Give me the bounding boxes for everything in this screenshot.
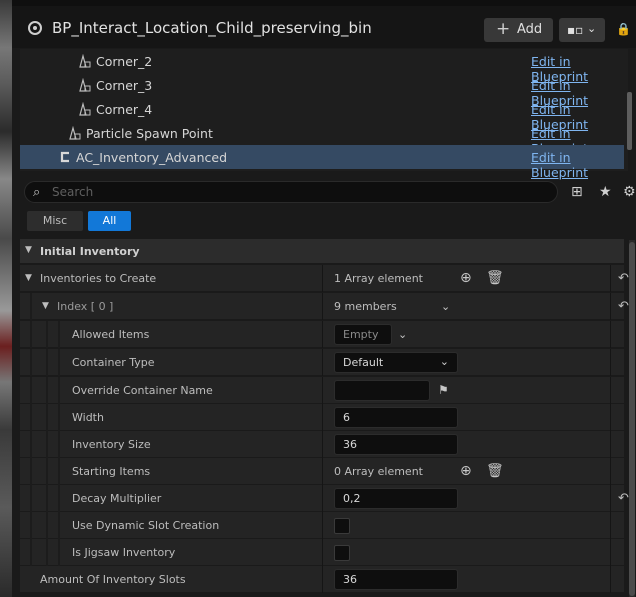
is-jigsaw-inventory-checkbox[interactable] <box>334 545 350 561</box>
add-button-label: Add <box>517 22 543 37</box>
tree-item-corner-2[interactable]: Corner_2 Edit in Blueprint <box>20 49 624 84</box>
tree-item-label: Particle Spawn Point <box>86 126 213 141</box>
property-row-inventories-to-create: ▼ Inventories to Create 1 Array element … <box>20 265 629 292</box>
scene-component-icon <box>79 102 91 116</box>
scrollbar-thumb[interactable] <box>629 242 635 596</box>
property-name: Starting Items <box>72 465 151 478</box>
width-input[interactable]: 6 <box>334 407 458 428</box>
property-name: Index [ 0 ] <box>57 300 114 313</box>
search-placeholder: Search <box>52 185 94 199</box>
chevron-down-icon[interactable]: ⌄ <box>398 328 407 341</box>
use-dynamic-slot-creation-checkbox[interactable] <box>334 518 350 534</box>
favorites-star-icon[interactable]: ★ <box>599 184 612 200</box>
blueprint-options-button[interactable]: ▪▫ ⌄ <box>559 18 605 42</box>
array-count: 1 Array element <box>334 272 423 285</box>
property-name: Decay Multiplier <box>72 492 162 505</box>
reset-to-default-icon[interactable]: ↶ <box>618 491 629 506</box>
tree-item-label: Corner_4 <box>96 102 153 117</box>
property-row-amount-of-inventory-slots: Amount Of Inventory Slots 36 <box>20 566 624 593</box>
tree-scrollbar[interactable] <box>627 92 632 150</box>
property-row-allowed-items: Allowed Items Empty ⌄ <box>20 321 624 348</box>
property-row-decay-multiplier: Decay Multiplier 0,2 ↶ <box>20 485 629 512</box>
edit-in-blueprint-link[interactable]: Edit in Blueprint <box>531 150 624 180</box>
tree-item-particle-spawn-point[interactable]: Particle Spawn Point Edit in Blueprint <box>20 121 624 156</box>
allowed-items-select[interactable]: Empty <box>334 324 392 345</box>
decay-multiplier-input[interactable]: 0,2 <box>334 488 458 509</box>
property-row-starting-items: Starting Items 0 Array element ⊕ 🗑 <box>20 458 624 485</box>
property-name: Inventories to Create <box>40 272 157 285</box>
component-tree: Corner_2 Edit in Blueprint Corner_3 Edit… <box>20 49 628 180</box>
property-row-container-type: Container Type Default ⌄ <box>20 349 624 376</box>
property-row-inventory-size: Inventory Size 36 <box>20 431 624 458</box>
input-value: 36 <box>343 573 357 586</box>
filter-misc-button[interactable]: Misc <box>27 211 83 231</box>
property-name: Inventory Size <box>72 438 151 451</box>
reset-to-default-icon[interactable]: ↶ <box>618 299 629 314</box>
tree-item-corner-4[interactable]: Corner_4 Edit in Blueprint <box>20 97 624 132</box>
actor-title: BP_Interact_Location_Child_preserving_bi… <box>52 19 372 37</box>
input-value: 0,2 <box>343 492 361 505</box>
tree-item-label: Corner_3 <box>96 78 153 93</box>
localization-flag-icon[interactable]: ⚑ <box>438 383 449 397</box>
property-row-index-0: ▼ Index [ 0 ] 9 members ⌄ ↶ <box>20 293 629 320</box>
category-initial-inventory[interactable]: ▼ Initial Inventory <box>20 239 624 263</box>
scene-component-icon <box>69 126 81 140</box>
tree-item-ac-inventory-advanced[interactable]: AC_Inventory_Advanced Edit in Blueprint <box>20 145 624 180</box>
settings-gear-icon[interactable]: ⚙ <box>623 184 636 200</box>
property-name: Allowed Items <box>72 328 150 341</box>
search-input[interactable]: ⌕ Search <box>24 181 558 203</box>
delete-trash-icon[interactable]: 🗑 <box>486 270 504 286</box>
property-name: Amount Of Inventory Slots <box>40 573 186 586</box>
property-row-is-jigsaw-inventory: Is Jigsaw Inventory <box>20 539 624 566</box>
plus-icon: + <box>496 19 511 39</box>
chevron-down-icon: ⌄ <box>439 355 449 368</box>
property-name: Use Dynamic Slot Creation <box>72 519 220 532</box>
input-value: 6 <box>343 411 350 424</box>
blueprint-class-icon <box>28 21 42 35</box>
property-row-width: Width 6 <box>20 404 624 431</box>
viewport-background <box>0 0 12 597</box>
lock-icon[interactable]: 🔒 <box>616 22 631 38</box>
expand-arrow-icon[interactable]: ▼ <box>42 301 49 311</box>
inventory-size-input[interactable]: 36 <box>334 434 458 455</box>
category-label: Initial Inventory <box>40 245 140 258</box>
tree-item-label: Corner_2 <box>96 54 153 69</box>
chevron-down-icon[interactable]: ⌄ <box>441 300 450 313</box>
tree-item-corner-3[interactable]: Corner_3 Edit in Blueprint <box>20 73 624 108</box>
select-value: Empty <box>343 328 379 341</box>
amount-of-inventory-slots-input[interactable]: 36 <box>334 569 458 590</box>
container-type-dropdown[interactable]: Default ⌄ <box>334 352 458 373</box>
tree-item-label: AC_Inventory_Advanced <box>76 150 228 165</box>
expand-arrow-icon[interactable]: ▼ <box>25 273 32 283</box>
property-name: Width <box>72 411 104 424</box>
details-scrollbar[interactable] <box>629 240 635 597</box>
add-element-icon[interactable]: ⊕ <box>460 463 472 479</box>
details-panel: BP_Interact_Location_Child_preserving_bi… <box>12 0 636 597</box>
blueprint-graph-icon: ▪▫ <box>567 23 584 37</box>
add-component-button[interactable]: + Add <box>484 18 553 42</box>
property-name: Override Container Name <box>72 384 213 397</box>
members-count: 9 members <box>334 300 397 313</box>
search-icon: ⌕ <box>33 185 41 200</box>
delete-trash-icon[interactable]: 🗑 <box>486 463 504 479</box>
dropdown-value: Default <box>343 356 384 369</box>
scene-component-icon <box>79 78 91 92</box>
reset-to-default-icon[interactable]: ↶ <box>618 271 629 286</box>
property-matrix-icon[interactable]: ⊞ <box>571 184 583 200</box>
property-grid: ▼ Initial Inventory ▼ Inventories to Cre… <box>20 239 629 597</box>
scene-component-icon <box>79 54 91 68</box>
array-count: 0 Array element <box>334 465 423 478</box>
property-name: Container Type <box>72 356 155 369</box>
input-value: 36 <box>343 438 357 451</box>
property-name: Is Jigsaw Inventory <box>72 546 176 559</box>
expand-arrow-icon: ▼ <box>25 245 32 255</box>
property-row-use-dynamic-slot-creation: Use Dynamic Slot Creation <box>20 512 624 539</box>
details-header: BP_Interact_Location_Child_preserving_bi… <box>12 6 636 48</box>
filter-all-button[interactable]: All <box>88 211 131 231</box>
add-element-icon[interactable]: ⊕ <box>460 270 472 286</box>
chevron-down-icon: ⌄ <box>587 22 597 35</box>
actor-component-icon <box>60 151 69 163</box>
property-row-override-container-name: Override Container Name ⚑ <box>20 377 624 404</box>
override-container-name-input[interactable] <box>334 380 430 401</box>
